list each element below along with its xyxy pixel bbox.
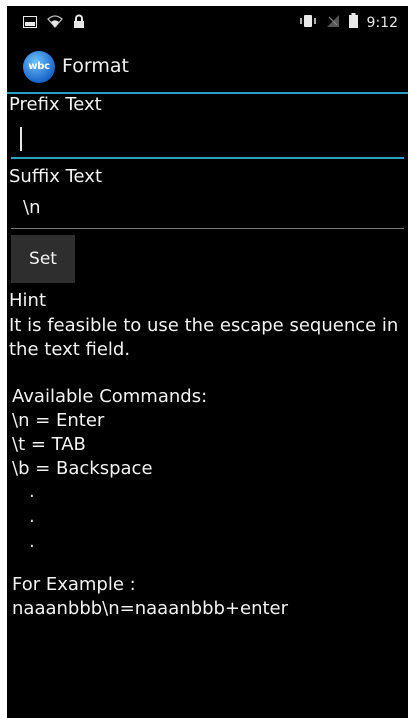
prefix-text-input[interactable] bbox=[11, 119, 404, 159]
hint-line-1: It is feasible to use the escape sequenc… bbox=[9, 315, 399, 336]
status-bar: 9:12 bbox=[7, 6, 408, 38]
example-text: naaanbbb\n=naaanbbb+enter bbox=[12, 598, 289, 619]
vibrate-icon bbox=[299, 14, 317, 32]
prefix-underline bbox=[11, 157, 404, 159]
suffix-underline bbox=[11, 228, 404, 229]
no-signal-icon bbox=[326, 14, 340, 32]
suffix-value: \n bbox=[23, 197, 41, 218]
command-enter: \n = Enter bbox=[12, 410, 105, 431]
wifi-icon bbox=[47, 15, 63, 32]
image-icon bbox=[23, 15, 37, 32]
app-title: Format bbox=[62, 55, 129, 77]
set-button[interactable]: Set bbox=[11, 235, 75, 283]
prefix-label: Prefix Text bbox=[9, 94, 102, 115]
ellipsis-dot-1: . bbox=[29, 481, 35, 502]
ellipsis-dot-2: . bbox=[29, 506, 35, 527]
status-time: 9:12 bbox=[366, 14, 398, 31]
ellipsis-dot-3: . bbox=[29, 531, 35, 552]
app-logo-icon[interactable]: wbc bbox=[23, 51, 55, 83]
lock-icon bbox=[73, 14, 85, 33]
commands-header: Available Commands: bbox=[12, 386, 208, 407]
example-header: For Example : bbox=[12, 574, 136, 595]
hint-line-2: the text field. bbox=[9, 339, 131, 360]
status-left-icons bbox=[23, 14, 85, 33]
suffix-label: Suffix Text bbox=[9, 166, 103, 187]
command-tab: \t = TAB bbox=[12, 434, 86, 455]
status-right-icons: 9:12 bbox=[299, 13, 398, 32]
hint-title: Hint bbox=[9, 290, 47, 311]
battery-icon bbox=[348, 13, 358, 32]
command-backspace: \b = Backspace bbox=[12, 458, 153, 479]
text-cursor bbox=[20, 127, 22, 151]
phone-screen: 9:12 wbc Format Prefix Text Suffix Text … bbox=[7, 6, 408, 718]
action-bar: wbc Format bbox=[7, 38, 408, 94]
suffix-text-input[interactable]: \n bbox=[11, 189, 404, 229]
